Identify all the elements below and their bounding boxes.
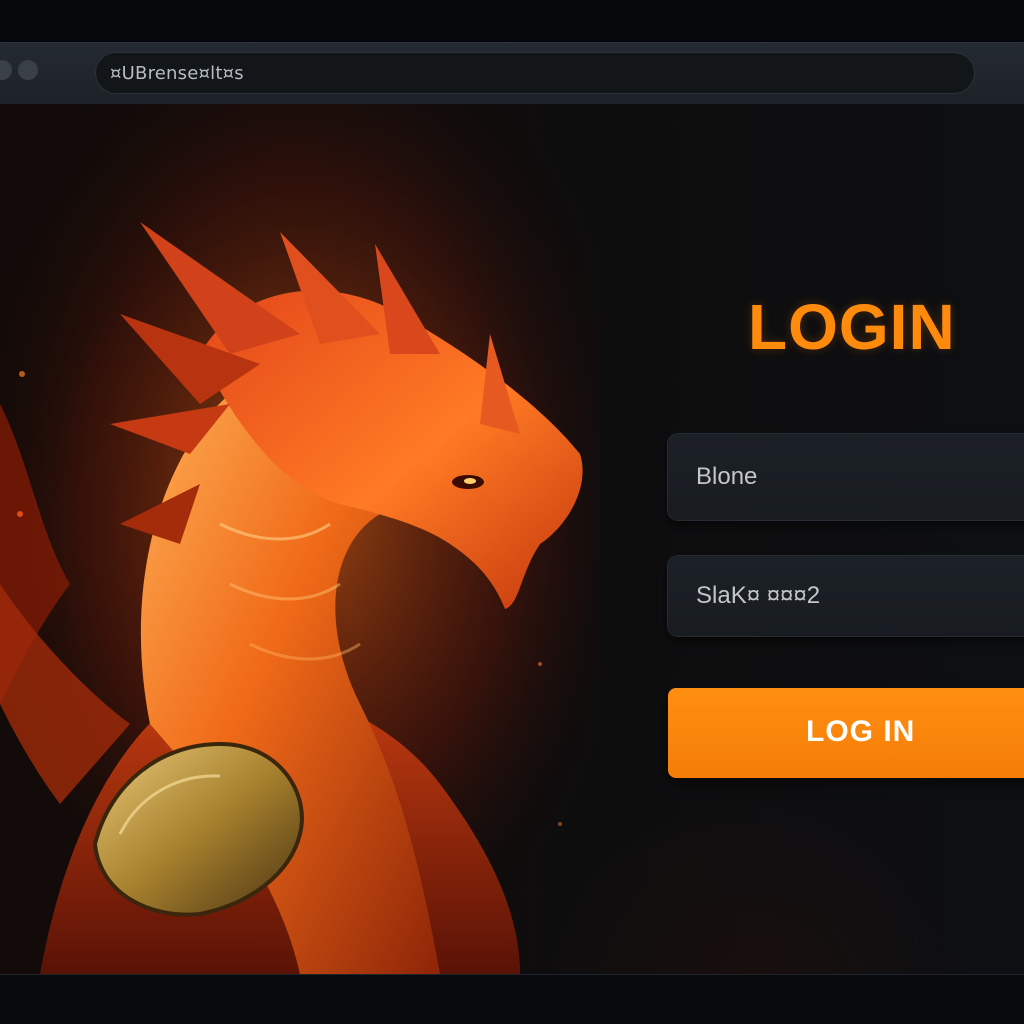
ember [558,822,562,826]
password-field[interactable] [668,556,1024,636]
ember [538,662,542,666]
address-bar[interactable]: ¤UBrense¤lt¤s [96,53,974,93]
address-text: ¤UBrense¤lt¤s [110,62,244,84]
ember [19,371,25,377]
login-button-label: LOG IN [806,715,916,748]
dragon-artwork [0,104,600,974]
login-title: LOGIN [748,291,956,363]
page-viewport: LOGIN LOG IN [0,104,1024,974]
password-input[interactable] [694,581,1024,611]
screen: ¤UBrense¤lt¤s LOGIN Blone SlaK¤ ¤¤¤2 LOG… [0,0,1024,1024]
bottom-bar [0,974,1024,1024]
ember [17,511,23,517]
username-field[interactable] [668,434,1024,520]
dragon-eye [464,478,476,484]
window-control-dot[interactable] [0,60,12,80]
login-button[interactable]: LOG IN [668,688,1024,778]
username-input[interactable] [694,462,1024,492]
window-control-dot[interactable] [18,60,38,80]
